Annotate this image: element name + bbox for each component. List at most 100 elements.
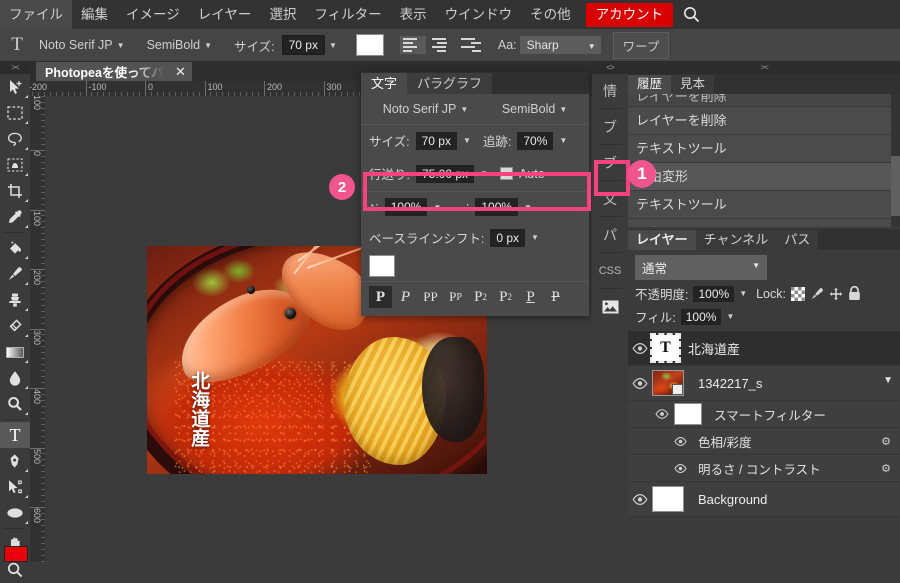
toolbar-collapse-handle[interactable]: >< xyxy=(0,61,30,74)
antialias-select[interactable]: Sharp ▼ xyxy=(519,36,601,54)
vertical-scale-input[interactable]: 100% xyxy=(384,198,428,216)
fill-input[interactable]: 100% xyxy=(680,308,722,325)
font-family-select[interactable]: Noto Serif JP ▼ xyxy=(34,36,130,54)
ellipse-shape-tool[interactable] xyxy=(0,500,30,526)
history-scrollbar[interactable] xyxy=(891,94,900,227)
brush-tool[interactable] xyxy=(0,261,30,287)
align-left-button[interactable] xyxy=(399,36,426,54)
align-center-button[interactable] xyxy=(429,36,455,54)
chevron-down-icon[interactable]: ▼ xyxy=(531,233,539,242)
subscript-button[interactable]: P2 xyxy=(494,286,517,308)
gear-icon[interactable]: ⚙ xyxy=(881,435,891,448)
dodge-tool[interactable] xyxy=(0,391,30,417)
tab-paths[interactable]: パス xyxy=(776,230,819,250)
blur-tool[interactable] xyxy=(0,365,30,391)
history-item[interactable]: テキストツール xyxy=(628,135,891,163)
move-tool[interactable] xyxy=(0,74,30,100)
paragraph-panel-icon[interactable]: パ xyxy=(592,218,628,251)
tab-swatches[interactable]: 見本 xyxy=(671,75,715,94)
font-style-select[interactable]: SemiBold ▼ xyxy=(142,36,217,54)
gradient-tool[interactable] xyxy=(0,339,30,365)
small-caps-button[interactable]: PP xyxy=(444,286,467,308)
character-panel-icon[interactable]: 文 xyxy=(592,182,628,215)
layer-thumbnail-text[interactable]: T xyxy=(650,333,681,363)
foreground-color-swatch[interactable] xyxy=(4,546,28,562)
tab-layers[interactable]: レイヤー xyxy=(628,230,696,250)
opacity-input[interactable]: 100% xyxy=(693,285,735,302)
char-size-input[interactable]: 70 px xyxy=(415,131,457,150)
document-tab[interactable]: Photopeaを使ってバナ ✕ xyxy=(36,62,192,81)
vertical-ruler[interactable]: -1000100200300400500600700 xyxy=(30,96,45,562)
layer-row-smart-object[interactable]: 1342217_s ▼ xyxy=(628,366,900,401)
layer-name[interactable]: 1342217_s xyxy=(684,376,762,391)
eye-icon[interactable] xyxy=(650,409,674,419)
strikethrough-button[interactable]: P xyxy=(544,286,567,308)
brush-presets-panel-icon[interactable]: ブ xyxy=(592,146,628,179)
superscript-button[interactable]: P2 xyxy=(469,286,492,308)
eye-icon[interactable] xyxy=(628,342,652,354)
clone-stamp-tool[interactable] xyxy=(0,287,30,313)
all-lock-icon[interactable] xyxy=(848,286,861,301)
marquee-tool[interactable] xyxy=(0,100,30,126)
layer-name[interactable]: 北海道産 xyxy=(679,339,740,358)
character-color-swatch[interactable] xyxy=(369,255,395,277)
filter-name[interactable]: 明るさ / コントラスト xyxy=(692,459,821,478)
css-panel-icon[interactable]: CSS xyxy=(592,254,628,287)
smart-filter-row[interactable]: スマートフィルター xyxy=(628,401,900,428)
object-select-tool[interactable] xyxy=(0,152,30,178)
layer-thumbnail-image[interactable] xyxy=(652,370,684,396)
chevron-down-icon[interactable]: ▼ xyxy=(433,203,441,212)
filter-row-hue-saturation[interactable]: 色相/彩度 ⚙ xyxy=(628,428,900,455)
tab-paragraph[interactable]: パラグラフ xyxy=(407,73,493,94)
menu-item-select[interactable]: 選択 xyxy=(260,0,305,29)
path-select-tool[interactable] xyxy=(0,474,30,500)
smart-filter-label[interactable]: スマートフィルター xyxy=(702,405,826,424)
transparency-lock-icon[interactable] xyxy=(791,286,805,301)
eye-icon[interactable] xyxy=(628,377,652,389)
menu-item-image[interactable]: イメージ xyxy=(117,0,189,29)
align-right-button[interactable] xyxy=(458,36,484,54)
chevron-down-icon[interactable]: ▼ xyxy=(524,203,532,212)
history-item[interactable]: テキストツール xyxy=(628,219,891,227)
brush-lock-icon[interactable] xyxy=(810,287,824,301)
image-panel-icon[interactable] xyxy=(592,290,628,323)
rail-collapse-handle[interactable]: <> xyxy=(592,61,628,74)
font-size-input[interactable]: 70 px xyxy=(281,35,325,55)
gear-icon[interactable]: ⚙ xyxy=(881,462,891,475)
search-icon[interactable] xyxy=(683,6,700,23)
history-list[interactable]: レイヤーを削除 レイヤーを削除 テキストツール 自由変形 テキストツール テキス… xyxy=(628,94,900,227)
layer-row-background[interactable]: Background xyxy=(628,482,900,517)
menu-item-layer[interactable]: レイヤー xyxy=(189,0,261,29)
brushes-panel-icon[interactable]: ブ xyxy=(592,110,628,143)
tab-history[interactable]: 履歴 xyxy=(628,75,672,94)
layer-thumbnail-background[interactable] xyxy=(652,486,684,512)
menu-item-filter[interactable]: フィルター xyxy=(305,0,390,29)
chevron-down-icon[interactable]: ▼ xyxy=(739,289,747,298)
history-item[interactable]: テキストツール xyxy=(628,191,891,219)
char-font-family-select[interactable]: Noto Serif JP ▼ xyxy=(378,100,474,118)
info-panel-icon[interactable]: 情 xyxy=(592,74,628,107)
history-item-current[interactable]: 自由変形 xyxy=(628,163,891,191)
chevron-down-icon[interactable]: ▼ xyxy=(480,169,488,178)
menu-item-view[interactable]: 表示 xyxy=(391,0,436,29)
layer-name[interactable]: Background xyxy=(684,492,767,507)
paint-bucket-tool[interactable] xyxy=(0,235,30,261)
filter-row-brightness-contrast[interactable]: 明るさ / コントラスト ⚙ xyxy=(628,455,900,482)
close-icon[interactable]: ✕ xyxy=(175,64,186,80)
pen-tool[interactable] xyxy=(0,448,30,474)
eye-icon[interactable] xyxy=(628,493,652,505)
char-tracking-input[interactable]: 70% xyxy=(517,131,554,150)
char-font-style-select[interactable]: SemiBold ▼ xyxy=(497,100,572,118)
chevron-down-icon[interactable]: ▼ xyxy=(463,136,471,145)
history-item[interactable]: レイヤーを削除 xyxy=(628,107,891,135)
horizontal-scale-input[interactable]: 100% xyxy=(475,198,519,216)
chevron-down-icon[interactable]: ▼ xyxy=(329,41,337,50)
eyedropper-tool[interactable] xyxy=(0,204,30,230)
history-item[interactable]: レイヤーを削除 xyxy=(628,94,891,107)
chevron-down-icon[interactable]: ▼ xyxy=(883,375,893,386)
chevron-down-icon[interactable]: ▼ xyxy=(559,136,567,145)
chevron-down-icon[interactable]: ▼ xyxy=(726,312,734,321)
faux-bold-button[interactable]: P xyxy=(369,286,392,308)
layer-row-text[interactable]: T 北海道産 xyxy=(628,331,900,366)
blend-mode-select[interactable]: 通常 ▼ xyxy=(635,255,767,280)
